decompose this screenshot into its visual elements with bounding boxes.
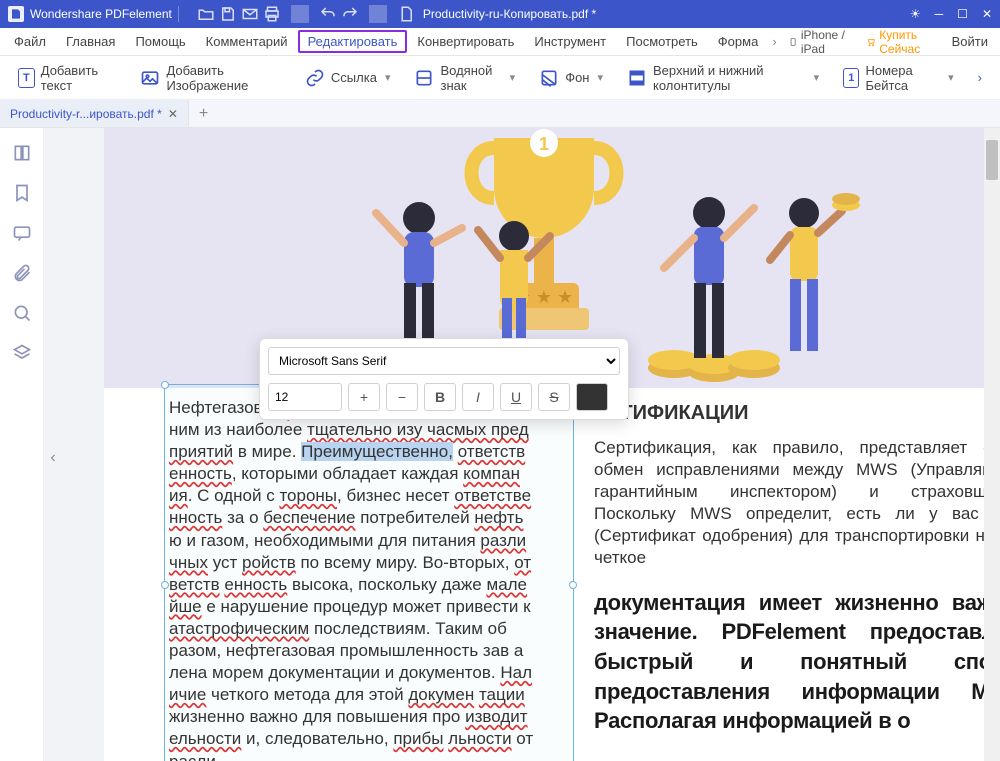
add-text-button[interactable]: TДобавить текст [18, 63, 116, 93]
add-image-button[interactable]: Добавить Изображение [140, 63, 280, 93]
section-paragraph: Сертификация, как правило, представляет … [594, 437, 984, 570]
menu-file[interactable]: Файл [4, 30, 56, 53]
tab-add-button[interactable]: + [189, 105, 218, 123]
watermark-button[interactable]: Водяной знак▾ [414, 63, 515, 93]
underline-button[interactable]: U [500, 383, 532, 411]
attachment-icon[interactable] [11, 262, 33, 284]
print-icon[interactable] [263, 5, 281, 23]
open-icon[interactable] [197, 5, 215, 23]
bookmark-icon[interactable] [11, 182, 33, 204]
edit-toolbar: TДобавить текст Добавить Изображение Ссы… [0, 56, 1000, 100]
theme-icon[interactable]: ☀ [910, 7, 921, 21]
menubar: Файл Главная Помощь Комментарий Редактир… [0, 28, 1000, 56]
comment-icon[interactable] [11, 222, 33, 244]
header-footer-button[interactable]: Верхний и нижний колонтитулы▾ [627, 63, 819, 93]
save-icon[interactable] [219, 5, 237, 23]
font-size-input[interactable] [268, 383, 342, 411]
resize-handle[interactable] [161, 581, 169, 589]
font-color-button[interactable] [576, 383, 608, 411]
document-icon [397, 5, 415, 23]
italic-button[interactable]: I [462, 383, 494, 411]
bates-button[interactable]: 1Номера Бейтса▾ [843, 63, 954, 93]
menu-home[interactable]: Главная [56, 30, 125, 53]
undo-icon[interactable] [319, 5, 337, 23]
link-button[interactable]: Ссылка▾ [305, 68, 391, 88]
menu-more[interactable]: › [768, 34, 780, 49]
thumbnails-icon[interactable] [11, 142, 33, 164]
section-heading: ЕРТИФИКАЦИИ [594, 402, 984, 425]
separator [291, 5, 309, 23]
maximize-button[interactable]: ☐ [957, 7, 968, 21]
redo-icon[interactable] [341, 5, 359, 23]
layers-icon[interactable] [11, 342, 33, 364]
workspace: ‹ › ★ ★ ★ 1 [0, 128, 1000, 761]
separator [369, 5, 387, 23]
resize-handle[interactable] [569, 581, 577, 589]
close-button[interactable]: ✕ [982, 7, 992, 21]
mail-icon[interactable] [241, 5, 259, 23]
increase-size-button[interactable]: + [348, 383, 380, 411]
bold-button[interactable]: B [424, 383, 456, 411]
separator [178, 6, 179, 22]
app-name: Wondershare PDFelement [30, 7, 172, 21]
selected-text-block[interactable]: Нефтегазовая пним из наиболее тщательно … [164, 384, 574, 761]
window-controls: ☀ ─ ☐ ✕ [910, 7, 992, 21]
menu-convert[interactable]: Конвертировать [407, 30, 524, 53]
document-tab[interactable]: Productivity-r...ировать.pdf * ✕ [0, 100, 189, 127]
tab-close-icon[interactable]: ✕ [168, 107, 178, 121]
vertical-scrollbar[interactable] [984, 128, 1000, 761]
edit-text-content[interactable]: Нефтегазовая пним из наиболее тщательно … [169, 397, 569, 761]
login-link[interactable]: Войти [944, 34, 996, 49]
menu-comment[interactable]: Комментарий [196, 30, 298, 53]
buy-now-link[interactable]: Купить Сейчас [866, 28, 936, 56]
minimize-button[interactable]: ─ [935, 7, 944, 21]
strikethrough-button[interactable]: S [538, 383, 570, 411]
document-title: Productivity-ru-Копировать.pdf * [423, 7, 596, 21]
search-icon[interactable] [11, 302, 33, 324]
font-family-select[interactable]: Microsoft Sans Serif [268, 347, 620, 375]
pdf-page: ★ ★ ★ 1 [104, 128, 984, 761]
section-bold-paragraph: документация имеет жизненно важное значе… [594, 588, 984, 736]
document-viewport[interactable]: ‹ › ★ ★ ★ 1 [44, 128, 984, 761]
tabbar: Productivity-r...ировать.pdf * ✕ + [0, 100, 1000, 128]
person-4-icon [754, 183, 864, 388]
background-button[interactable]: Фон▾ [539, 68, 603, 88]
sidebar [0, 128, 44, 761]
prev-page-icon[interactable]: ‹ [46, 445, 60, 471]
text-format-toolbar: Microsoft Sans Serif + − B I U S [259, 338, 629, 420]
scrollbar-thumb[interactable] [986, 140, 998, 180]
resize-handle[interactable] [161, 381, 169, 389]
svg-text:1: 1 [539, 134, 549, 154]
menu-tool[interactable]: Инструмент [524, 30, 616, 53]
app-logo-icon [8, 6, 24, 22]
menu-form[interactable]: Форма [708, 30, 769, 53]
quick-access [197, 5, 415, 23]
iphone-ipad-link[interactable]: iPhone / iPad [789, 28, 850, 56]
menu-help[interactable]: Помощь [125, 30, 195, 53]
tab-label: Productivity-r...ировать.pdf * [10, 107, 162, 121]
toolbar-more[interactable]: › [978, 70, 982, 85]
right-column: ЕРТИФИКАЦИИ Сертификация, как правило, п… [584, 388, 984, 761]
menu-edit[interactable]: Редактировать [298, 30, 408, 53]
menu-view[interactable]: Посмотреть [616, 30, 708, 53]
titlebar: Wondershare PDFelement Productivity-ru-К… [0, 0, 1000, 28]
decrease-size-button[interactable]: − [386, 383, 418, 411]
